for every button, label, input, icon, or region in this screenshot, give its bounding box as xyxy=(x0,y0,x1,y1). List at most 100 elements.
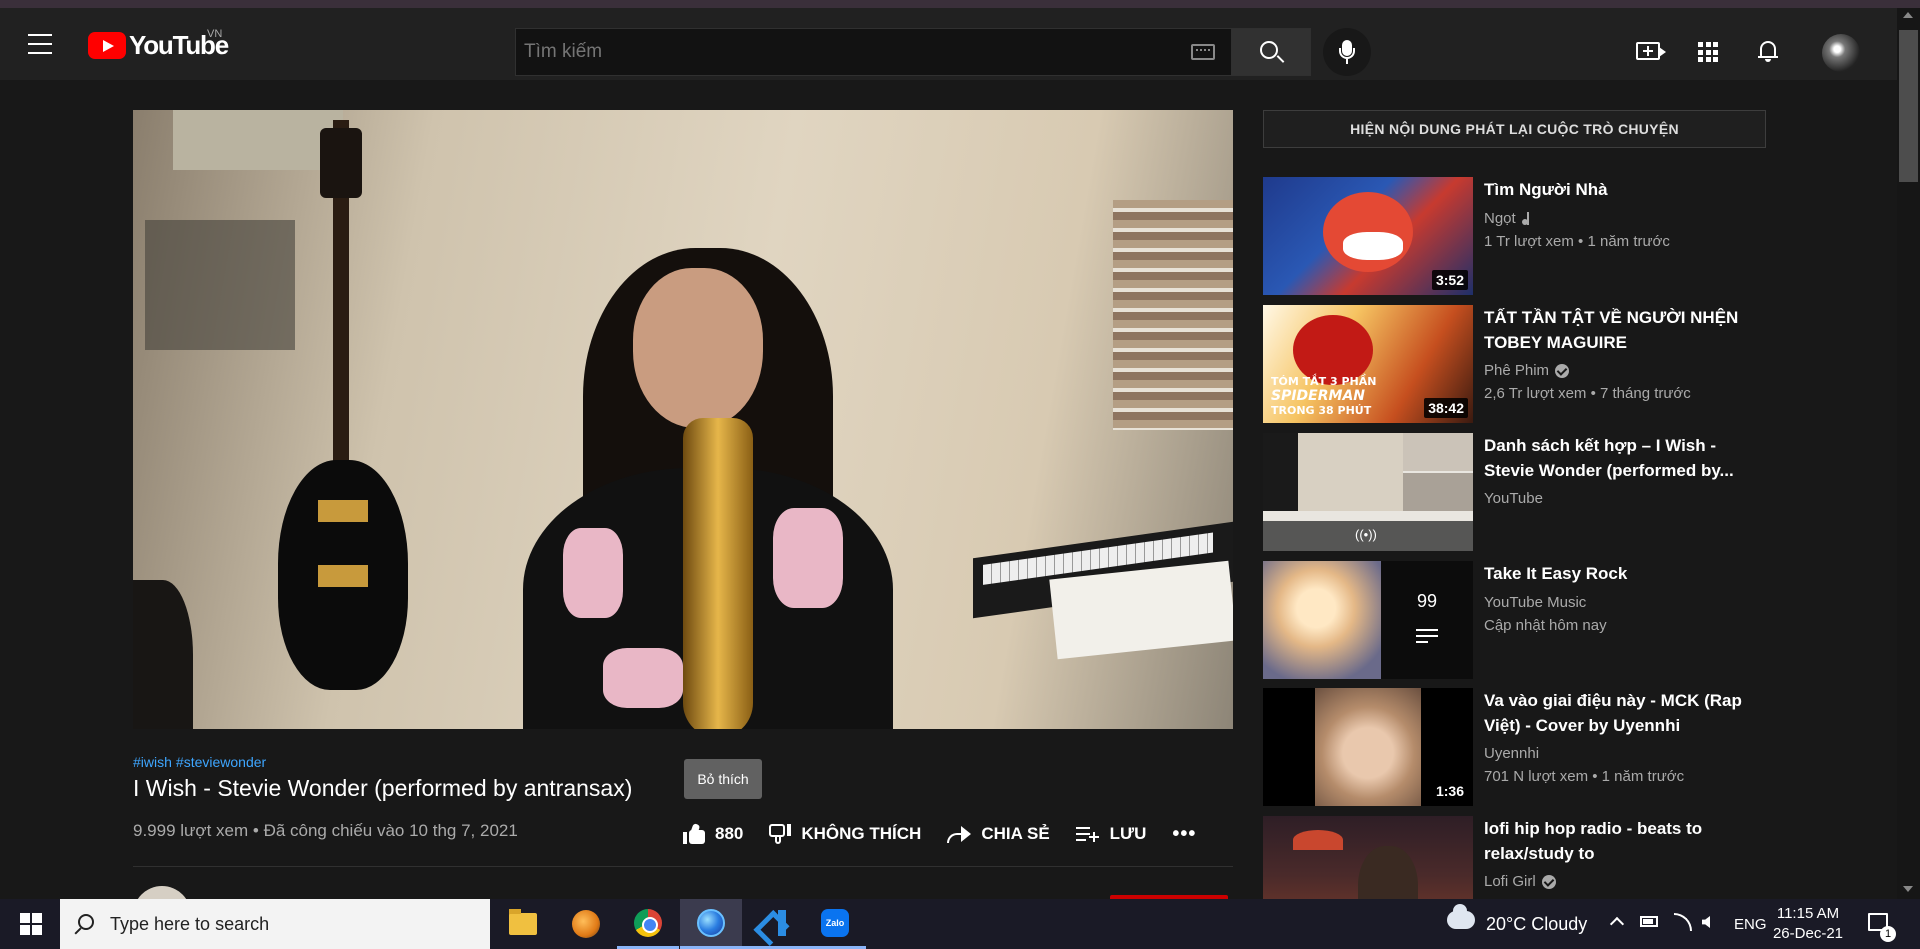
notifications-icon[interactable] xyxy=(1758,39,1778,62)
language-indicator[interactable]: ENG xyxy=(1734,916,1767,933)
video-thumbnail[interactable]: 1:36 xyxy=(1263,688,1473,806)
hashtag-link[interactable]: #iwish xyxy=(133,754,172,770)
bookshelf xyxy=(1113,200,1233,430)
dislike-button[interactable]: KHÔNG THÍCH xyxy=(769,824,921,844)
fl-studio-icon xyxy=(572,910,600,938)
like-button[interactable]: 880 xyxy=(683,823,744,844)
music-note-icon xyxy=(1521,211,1532,226)
taskbar-search-placeholder: Type here to search xyxy=(110,914,270,934)
video-actions: 880 KHÔNG THÍCH CHIA SẺ LƯU ••• xyxy=(683,816,1222,852)
file-explorer-button[interactable] xyxy=(492,899,554,949)
chevron-up-icon[interactable] xyxy=(1609,916,1625,932)
share-icon xyxy=(947,825,972,843)
chrome-button[interactable] xyxy=(617,899,679,949)
voice-search-button[interactable] xyxy=(1323,28,1371,76)
related-video-title[interactable]: Take It Easy Rock xyxy=(1484,561,1754,586)
windows-taskbar: Type here to search Zalo 20°C Cloudy ENG… xyxy=(0,899,1920,949)
windows-start-icon[interactable] xyxy=(20,913,42,935)
channel-name[interactable]: Lofi Girl xyxy=(1484,873,1556,890)
mix-live-icon: ((•)) xyxy=(1355,527,1377,542)
hashtags: #iwish #steviewonder xyxy=(133,754,270,770)
scroll-down-arrow-icon[interactable] xyxy=(1903,886,1913,892)
related-video-title[interactable]: Va vào giai điệu này - MCK (Rap Việt) - … xyxy=(1484,688,1754,738)
related-video-title[interactable]: lofi hip hop radio - beats to relax/stud… xyxy=(1484,816,1754,866)
playlist-count: 99 xyxy=(1416,591,1438,611)
chat-replay-button[interactable]: HIỆN NỘI DUNG PHÁT LẠI CUỘC TRÒ CHUYỆN xyxy=(1263,110,1766,148)
search-button[interactable] xyxy=(1231,28,1311,76)
file-explorer-icon xyxy=(509,909,537,935)
verified-icon xyxy=(1555,363,1570,378)
channel-name[interactable]: YouTube Music xyxy=(1484,594,1586,611)
thumbs-up-icon xyxy=(683,823,705,844)
video-meta: 2,6 Tr lượt xem • 7 tháng trước xyxy=(1484,385,1691,402)
browser-top-strip xyxy=(0,0,1920,8)
create-video-icon[interactable] xyxy=(1636,42,1666,60)
video-thumbnail[interactable]: 99 xyxy=(1263,561,1473,679)
related-video[interactable]: lofi hip hop radio - beats to relax/stud… xyxy=(1263,816,1768,899)
channel-name[interactable]: Phê Phim xyxy=(1484,362,1570,379)
more-actions-button[interactable]: ••• xyxy=(1172,823,1196,846)
masthead: YouTube VN xyxy=(0,8,1920,80)
related-playlist[interactable]: 99 Take It Easy Rock YouTube Music Cập n… xyxy=(1263,561,1768,681)
video-title: I Wish - Stevie Wonder (performed by ant… xyxy=(133,775,633,801)
related-video[interactable]: 1:36 Va vào giai điệu này - MCK (Rap Việ… xyxy=(1263,688,1768,808)
wifi-icon[interactable] xyxy=(1674,913,1692,931)
saxophone xyxy=(683,418,753,729)
channel-name[interactable]: Uyennhi xyxy=(1484,745,1539,762)
channel-name[interactable]: Ngọt xyxy=(1484,210,1532,227)
save-button[interactable]: LƯU xyxy=(1075,824,1146,844)
video-thumbnail[interactable]: TÓM TẮT 3 PHẦN SPIDERMAN TRONG 38 PHÚT 38:… xyxy=(1263,305,1473,423)
menu-icon[interactable] xyxy=(28,34,62,56)
separator: • xyxy=(252,821,259,840)
volume-icon[interactable] xyxy=(1702,916,1710,928)
dislike-label: KHÔNG THÍCH xyxy=(801,824,922,843)
video-thumbnail[interactable]: ((•)) xyxy=(1263,433,1473,551)
zalo-icon: Zalo xyxy=(821,908,849,937)
related-mix[interactable]: ((•)) Danh sách kết hợp – I Wish - Stevi… xyxy=(1263,433,1768,553)
wall-photos xyxy=(145,220,295,350)
like-count: 880 xyxy=(715,824,744,843)
playlist-updated: Cập nhật hôm nay xyxy=(1484,617,1607,634)
clock-date: 26-Dec-21 xyxy=(1772,925,1844,942)
thumbs-down-icon xyxy=(769,824,792,844)
related-videos: 3:52 Tìm Người Nhà Ngọt 1 Tr lượt xem • … xyxy=(1263,177,1768,899)
related-video-title[interactable]: Tìm Người Nhà xyxy=(1484,177,1754,202)
related-video[interactable]: TÓM TẮT 3 PHẦN SPIDERMAN TRONG 38 PHÚT 38:… xyxy=(1263,305,1768,425)
scroll-up-arrow-icon[interactable] xyxy=(1903,12,1913,18)
video-thumbnail[interactable] xyxy=(1263,816,1473,899)
weather-widget[interactable]: 20°C Cloudy xyxy=(1486,914,1587,935)
guitar-left xyxy=(133,580,193,729)
battery-icon[interactable] xyxy=(1640,916,1658,927)
related-video-title[interactable]: TẤT TẦN TẬT VỀ NGƯỜI NHỆN TOBEY MAGUIRE xyxy=(1484,305,1754,355)
avatar[interactable] xyxy=(1822,34,1860,72)
verified-icon xyxy=(1541,874,1556,889)
video-meta: 701 N lượt xem • 1 năm trước xyxy=(1484,768,1685,785)
video-player[interactable] xyxy=(133,110,1233,729)
clock[interactable]: 11:15 AM 26-Dec-21 xyxy=(1770,904,1846,944)
apps-icon[interactable] xyxy=(1698,42,1718,62)
divider xyxy=(133,866,1233,867)
zalo-button[interactable]: Zalo xyxy=(804,899,866,949)
related-video-title[interactable]: Danh sách kết hợp – I Wish - Stevie Wond… xyxy=(1484,433,1754,483)
more-icon: ••• xyxy=(1172,822,1197,845)
fl-studio-button[interactable] xyxy=(555,899,617,949)
cloud-icon[interactable] xyxy=(1447,904,1475,929)
channel-name[interactable]: YouTube xyxy=(1484,490,1543,507)
youtube-play-icon xyxy=(88,32,126,59)
view-info: 9.999 lượt xem • Đã công chiếu vào 10 th… xyxy=(133,821,518,841)
playlist-icon xyxy=(1416,629,1438,645)
taskbar-search[interactable]: Type here to search xyxy=(60,899,490,949)
video-thumbnail[interactable]: 3:52 xyxy=(1263,177,1473,295)
duration-badge: 1:36 xyxy=(1431,781,1468,801)
scrollbar-thumb[interactable] xyxy=(1899,30,1918,182)
chrome-icon xyxy=(634,908,662,937)
related-video[interactable]: 3:52 Tìm Người Nhà Ngọt 1 Tr lượt xem • … xyxy=(1263,177,1768,297)
hashtag-link[interactable]: #steviewonder xyxy=(176,754,266,770)
share-button[interactable]: CHIA SẺ xyxy=(947,824,1050,844)
firefox-button[interactable] xyxy=(680,899,742,949)
search-input[interactable] xyxy=(516,29,1156,75)
search-icon xyxy=(1260,41,1278,59)
vscode-button[interactable] xyxy=(742,899,804,949)
keyboard-icon[interactable] xyxy=(1191,44,1215,60)
duration-badge: 3:52 xyxy=(1431,270,1468,290)
